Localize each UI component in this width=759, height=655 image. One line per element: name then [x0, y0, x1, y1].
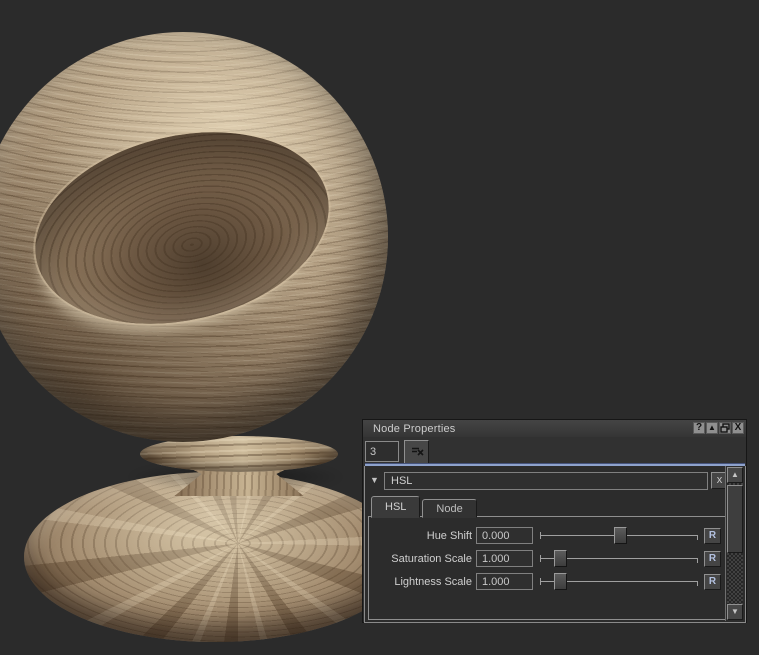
help-icon[interactable]: ? — [693, 422, 705, 434]
hue-shift-slider[interactable] — [540, 526, 698, 545]
saturation-scale-label: Saturation Scale — [391, 552, 472, 565]
preview-sphere-concave-cut — [16, 104, 348, 352]
panel-title: Node Properties — [373, 422, 456, 435]
detach-icon — [410, 445, 424, 460]
panel-titlebar[interactable]: Node Properties ? ▲ X — [363, 420, 746, 437]
node-detach-button[interactable] — [404, 440, 429, 464]
node-title-text: HSL — [391, 475, 413, 487]
restore-window-icon[interactable] — [719, 422, 731, 434]
selection-highlight-bar — [365, 463, 745, 466]
slider-thumb[interactable] — [614, 527, 628, 544]
slider-thumb[interactable] — [554, 573, 568, 590]
param-row-saturation-scale: Saturation Scale R — [369, 547, 725, 570]
collapse-up-icon[interactable]: ▲ — [706, 422, 718, 434]
preview-pedestal-disc — [24, 472, 406, 642]
scroll-up-icon[interactable]: ▲ — [727, 467, 743, 483]
hue-shift-value-input[interactable] — [476, 527, 533, 544]
scroll-down-icon[interactable]: ▼ — [727, 604, 743, 620]
saturation-scale-slider[interactable] — [540, 549, 698, 568]
saturation-scale-value-input[interactable] — [476, 550, 533, 567]
scrollbar-thumb[interactable] — [727, 485, 743, 553]
lightness-scale-reset-button[interactable]: R — [704, 573, 721, 590]
tab-node[interactable]: Node — [422, 499, 477, 518]
lightness-scale-value-input[interactable] — [476, 573, 533, 590]
preview-sphere — [0, 32, 388, 442]
param-row-hue-shift: Hue Shift R — [369, 524, 725, 547]
chevron-down-icon[interactable]: ▼ — [370, 476, 379, 485]
node-properties-panel: Node Properties ? ▲ X ▼ HSL — [362, 419, 747, 623]
close-icon[interactable]: X — [732, 422, 744, 434]
titlebar-buttons: ? ▲ X — [693, 422, 744, 434]
hue-shift-label: Hue Shift — [426, 529, 472, 542]
node-tabs: HSL Node — [371, 496, 479, 518]
lightness-scale-slider[interactable] — [540, 572, 698, 591]
vertical-scrollbar[interactable]: ▲ ▼ — [725, 466, 744, 621]
tab-hsl[interactable]: HSL — [371, 496, 421, 518]
node-index-input[interactable] — [365, 441, 399, 462]
param-row-lightness-scale: Lightness Scale R — [369, 570, 725, 593]
hsl-parameters-group: Hue Shift R Saturation Scale R Lightness — [368, 516, 726, 620]
slider-thumb[interactable] — [554, 550, 568, 567]
node-title-field[interactable]: HSL — [384, 472, 708, 490]
saturation-scale-reset-button[interactable]: R — [704, 550, 721, 567]
node-list-area: ▼ HSL x HSL Node Hue Shift R Saturation … — [364, 463, 746, 623]
hue-shift-reset-button[interactable]: R — [704, 527, 721, 544]
lightness-scale-label: Lightness Scale — [394, 575, 472, 588]
